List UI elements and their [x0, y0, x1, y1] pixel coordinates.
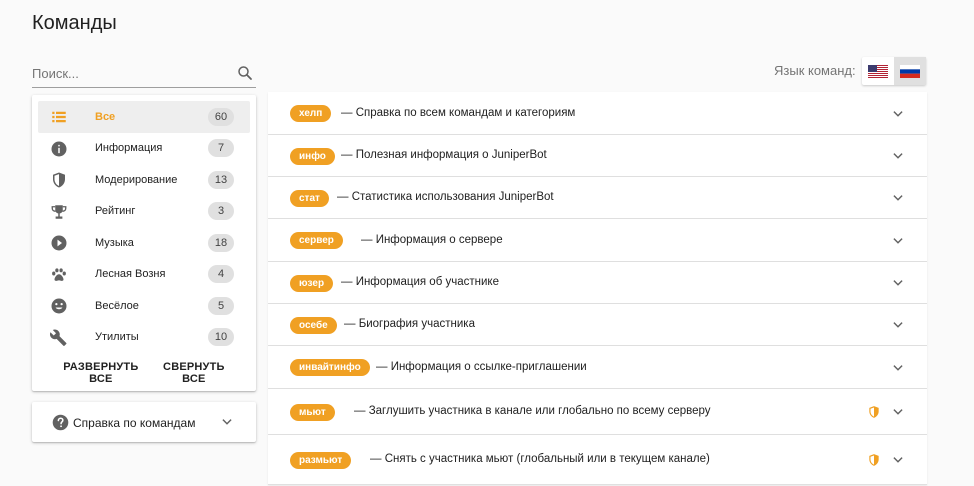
- category-count: 18: [208, 233, 234, 252]
- us-flag-icon: [868, 64, 888, 78]
- category-count: 60: [208, 107, 234, 126]
- wrench-icon: [50, 329, 67, 346]
- language-label: Язык команд:: [774, 63, 856, 78]
- language-switcher: [862, 57, 926, 85]
- category-count: 13: [208, 170, 234, 189]
- play-circle-icon: [51, 235, 67, 251]
- ru-flag-icon: [900, 64, 920, 78]
- command-name-badge: хелп: [290, 105, 332, 122]
- command-description: — Информация об участнике: [341, 276, 499, 288]
- category-forest[interactable]: Лесная Возня 4: [38, 259, 250, 291]
- category-count: 7: [208, 139, 234, 158]
- command-name-badge: инвайтинфо: [290, 359, 370, 376]
- command-description: — Заглушить участника в канале или глоба…: [354, 405, 711, 417]
- language-ru-button[interactable]: [894, 57, 926, 85]
- language-en-button[interactable]: [862, 57, 894, 85]
- chevron-down-icon: [893, 322, 903, 328]
- categories-panel: Все 60 Информация 7 Модерирование 13 Рей…: [32, 95, 256, 391]
- chevron-down-icon: [893, 280, 903, 286]
- category-list: Все 60 Информация 7 Модерирование 13 Рей…: [38, 101, 250, 353]
- category-label: Информация: [95, 142, 163, 155]
- category-label: Рейтинг: [95, 205, 136, 218]
- chevron-down-icon: [893, 409, 903, 415]
- page-title: Команды: [32, 12, 117, 34]
- command-name-badge: размьют: [290, 451, 352, 469]
- info-icon: [51, 141, 67, 156]
- command-description: — Полезная информация о JuniperBot: [341, 149, 547, 161]
- command-row[interactable]: стат — Статистика использования JuniperBo…: [268, 177, 927, 219]
- command-name-badge: юзер: [290, 274, 334, 292]
- search-input[interactable]: [32, 62, 222, 84]
- search-icon[interactable]: [236, 64, 254, 82]
- category-label: Утилиты: [95, 331, 139, 344]
- command-name-badge: мьют: [290, 403, 335, 421]
- category-label: Музыка: [95, 236, 134, 249]
- category-actions: РАЗВЕРНУТЬ ВСЕ СВЕРНУТЬ ВСЕ: [32, 361, 256, 385]
- trophy-icon: [51, 204, 67, 219]
- category-count: 4: [208, 265, 234, 284]
- help-icon: [52, 414, 69, 431]
- shield-icon: [869, 406, 879, 418]
- command-list: хелп — Справка по всем командам и категор…: [268, 92, 927, 485]
- help-panel-label: Справка по командам: [73, 416, 196, 430]
- commands-help-panel[interactable]: Справка по командам: [32, 402, 256, 442]
- category-label: Все: [95, 110, 116, 123]
- chevron-down-icon: [893, 153, 903, 159]
- command-row[interactable]: юзер — Информация об участнике: [268, 262, 927, 304]
- command-description: — Информация о ссылке-приглашении: [376, 360, 587, 373]
- chevron-down-icon: [893, 237, 903, 244]
- command-row[interactable]: сервер — Информация о сервере: [268, 219, 927, 262]
- command-row[interactable]: инфо — Полезная информация о JuniperBot: [268, 135, 927, 177]
- category-music[interactable]: Музыка 18: [38, 227, 250, 259]
- list-icon: [52, 111, 66, 123]
- category-label: Модерирование: [95, 173, 178, 186]
- category-count: 3: [208, 202, 234, 221]
- search-box: [32, 62, 256, 88]
- paw-icon: [52, 267, 66, 281]
- command-description: — Справка по всем командам и категориям: [341, 106, 576, 119]
- chevron-down-icon: [893, 110, 903, 117]
- command-name-badge: сервер: [290, 232, 343, 249]
- collapse-all-button[interactable]: СВЕРНУТЬ ВСЕ: [151, 361, 237, 385]
- command-row[interactable]: размьют — Снять с участника мьют (глобаль…: [268, 435, 927, 485]
- chevron-down-icon: [893, 364, 903, 371]
- category-utilities[interactable]: Утилиты 10: [38, 322, 250, 354]
- category-label: Лесная Возня: [95, 268, 166, 281]
- chevron-down-icon: [222, 419, 232, 425]
- shield-icon: [53, 172, 65, 188]
- command-name-badge: осебе: [290, 316, 337, 334]
- category-rating[interactable]: Рейтинг 3: [38, 196, 250, 228]
- shield-icon: [869, 454, 879, 466]
- category-count: 10: [208, 328, 234, 347]
- command-description: — Статистика использования JuniperBot: [337, 191, 554, 203]
- expand-all-button[interactable]: РАЗВЕРНУТЬ ВСЕ: [51, 361, 151, 385]
- command-row[interactable]: хелп — Справка по всем командам и категор…: [268, 92, 927, 135]
- chevron-down-icon: [893, 457, 903, 463]
- category-moderation[interactable]: Модерирование 13: [38, 164, 250, 196]
- category-count: 5: [208, 296, 234, 315]
- command-row[interactable]: инвайтинфо — Информация о ссылке-приглаше…: [268, 346, 927, 389]
- command-description: — Информация о сервере: [361, 233, 503, 246]
- command-description: — Снять с участника мьют (глобальный или…: [370, 453, 710, 465]
- smile-icon: [51, 298, 67, 314]
- command-row[interactable]: мьют — Заглушить участника в канале или г…: [268, 389, 927, 435]
- command-name-badge: стат: [290, 189, 329, 207]
- command-description: — Биография участника: [344, 318, 475, 330]
- command-name-badge: инфо: [290, 147, 335, 165]
- category-info[interactable]: Информация 7: [38, 133, 250, 165]
- command-row[interactable]: осебе — Биография участника: [268, 304, 927, 346]
- category-fun[interactable]: Весёлое 5: [38, 290, 250, 322]
- category-all[interactable]: Все 60: [38, 101, 250, 133]
- category-label: Весёлое: [95, 299, 139, 312]
- chevron-down-icon: [893, 195, 903, 201]
